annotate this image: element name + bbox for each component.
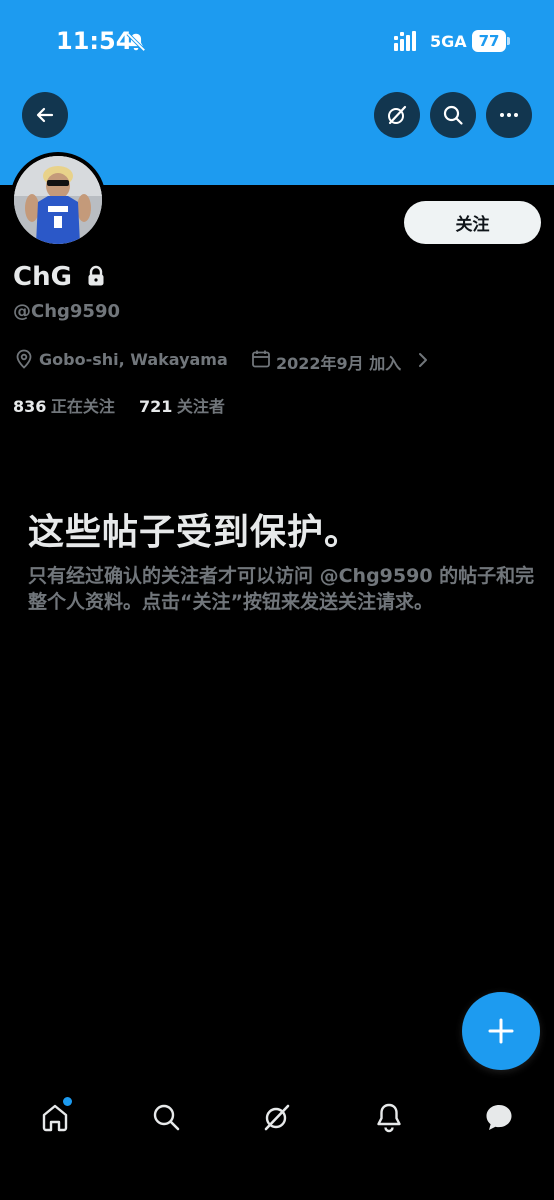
followers-label: 关注者 [176,397,225,416]
nav-notifications[interactable] [371,1099,407,1135]
bell-off-icon [126,32,146,52]
chevron-right-icon[interactable] [416,351,430,369]
nav-grok[interactable] [259,1099,295,1135]
search-button[interactable] [430,92,476,138]
avatar-photo [14,156,102,244]
nav-messages[interactable] [481,1099,517,1135]
network-type: 5GA [430,32,467,51]
location-icon [16,349,32,369]
search-icon [443,105,463,125]
following-count: 836 [13,397,47,416]
nav-search[interactable] [148,1099,184,1135]
arrow-left-icon [36,107,54,123]
following-stat[interactable]: 836 正在关注 [13,393,115,417]
followers-stat[interactable]: 721 关注者 [139,393,225,417]
calendar-icon [252,350,270,368]
grok-button[interactable] [374,92,420,138]
compose-post-button[interactable] [462,992,540,1070]
followers-count: 721 [139,397,173,416]
following-label: 正在关注 [50,397,115,416]
back-button[interactable] [22,92,68,138]
grok-icon [264,1104,290,1131]
plus-icon [488,1018,514,1044]
protected-title: 这些帖子受到保护。 [28,512,362,553]
bottom-navigation [0,1085,554,1150]
cellular-signal-icon [394,31,416,51]
battery-tip [507,37,510,45]
battery-indicator: 77 [472,30,506,52]
search-icon [153,1104,180,1131]
username: @Chg9590 [13,301,121,322]
status-time: 11:54 [56,27,133,55]
grok-icon [388,105,407,125]
follow-button[interactable]: 关注 [404,201,541,244]
joined-date[interactable]: 2022年9月 加入 [276,350,401,374]
protected-body: 只有经过确认的关注者才可以访问 @Chg9590 的帖子和完整个人资料。点击“关… [28,565,535,613]
home-notification-dot [63,1097,72,1106]
notifications-icon [377,1103,401,1133]
profile-page: 11:54 5GA 77 关注 ChG @Chg9590 Gobo-shi, W… [0,0,554,1200]
status-bar: 11:54 5GA 77 [0,0,554,84]
location-text: Gobo-shi, Wakayama [39,350,228,369]
more-button[interactable] [486,92,532,138]
more-horizontal-icon [500,113,518,117]
lock-icon [88,265,104,286]
display-name: ChG [13,262,72,292]
avatar[interactable] [10,152,106,248]
messages-icon [486,1105,512,1130]
